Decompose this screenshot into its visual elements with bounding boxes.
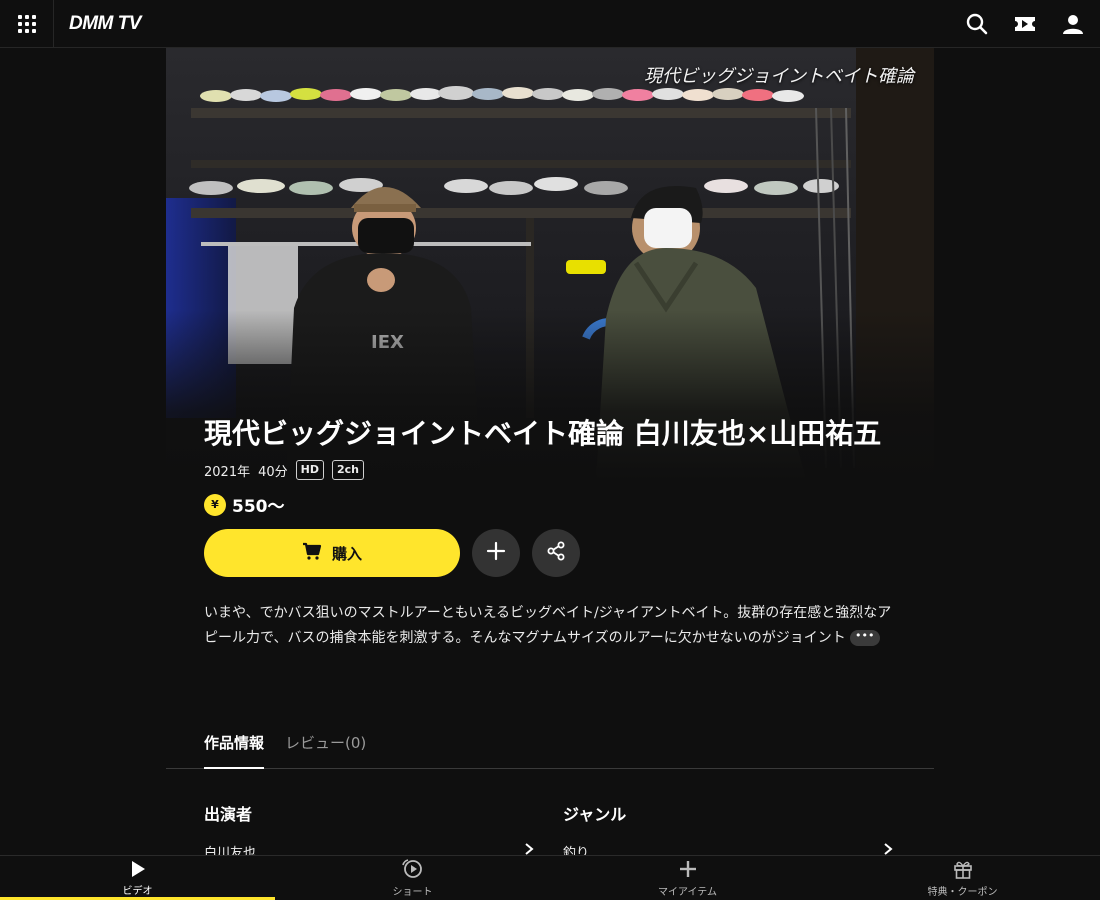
- title-details: 現代ビッグジョイントベイト確論 白川友也×山田祐五 2021年 40分 HD 2…: [204, 414, 904, 651]
- description-text: いまや、でかバス狙いのマストルアーともいえるビッグベイト/ジャイアントベイト。抜…: [204, 605, 892, 646]
- nav-video[interactable]: ビデオ: [0, 856, 275, 900]
- page-title: 現代ビッグジョイントベイト確論 白川友也×山田祐五: [204, 417, 882, 450]
- nav-my-items[interactable]: マイアイテム: [550, 856, 825, 900]
- nav-perks-coupons[interactable]: 特典・クーポン: [825, 856, 1100, 900]
- add-to-my-list-button[interactable]: [472, 529, 520, 577]
- top-header: DMM TV: [0, 0, 1100, 48]
- search-icon[interactable]: [962, 9, 992, 39]
- yen-coin-icon: ¥: [204, 493, 226, 516]
- dmm-tv-logo[interactable]: DMM TV: [69, 13, 141, 35]
- audio-channel-badge: 2ch: [331, 460, 364, 480]
- tab-reviews[interactable]: レビュー(0): [285, 732, 366, 769]
- nav-my-items-label: マイアイテム: [658, 886, 717, 898]
- hd-badge: HD: [295, 460, 324, 480]
- hero-overlay-title: 現代ビッグジョイントベイト確論: [644, 66, 914, 87]
- genre-heading: ジャンル: [563, 805, 627, 824]
- meta-row: 2021年 40分 HD 2ch: [204, 460, 904, 480]
- plus-icon: [678, 859, 698, 882]
- detail-tabs: 作品情報 レビュー(0): [166, 718, 934, 769]
- tab-work-info[interactable]: 作品情報: [204, 732, 265, 769]
- bottom-navigation: ビデオ ショート マイアイテム 特典・クーポン: [0, 855, 1100, 900]
- duration: 40分: [258, 464, 288, 480]
- short-icon: [401, 858, 424, 882]
- ticket-icon[interactable]: [1010, 9, 1040, 39]
- share-icon: [546, 541, 566, 565]
- release-year: 2021年: [204, 464, 251, 480]
- nav-short[interactable]: ショート: [275, 856, 550, 900]
- nav-short-label: ショート: [392, 886, 433, 898]
- buy-button-label: 購入: [331, 544, 362, 563]
- gift-icon: [953, 859, 973, 882]
- description: いまや、でかバス狙いのマストルアーともいえるビッグベイト/ジャイアントベイト。抜…: [204, 601, 894, 651]
- action-buttons: 購入: [204, 529, 904, 577]
- price-row: ¥ 550〜: [204, 492, 904, 517]
- cart-icon: [302, 542, 322, 564]
- play-icon: [129, 860, 147, 881]
- user-icon[interactable]: [1058, 9, 1088, 39]
- nav-perks-coupons-label: 特典・クーポン: [927, 886, 998, 898]
- nav-video-label: ビデオ: [122, 885, 153, 897]
- price-value: 550〜: [232, 497, 285, 517]
- share-button[interactable]: [532, 529, 580, 577]
- plus-icon: [486, 541, 506, 565]
- menu-grid-icon: [17, 14, 36, 33]
- read-more-button[interactable]: •••: [849, 630, 880, 646]
- menu-grid-button[interactable]: [0, 0, 54, 48]
- buy-button[interactable]: 購入: [204, 529, 460, 577]
- cast-heading: 出演者: [204, 805, 253, 824]
